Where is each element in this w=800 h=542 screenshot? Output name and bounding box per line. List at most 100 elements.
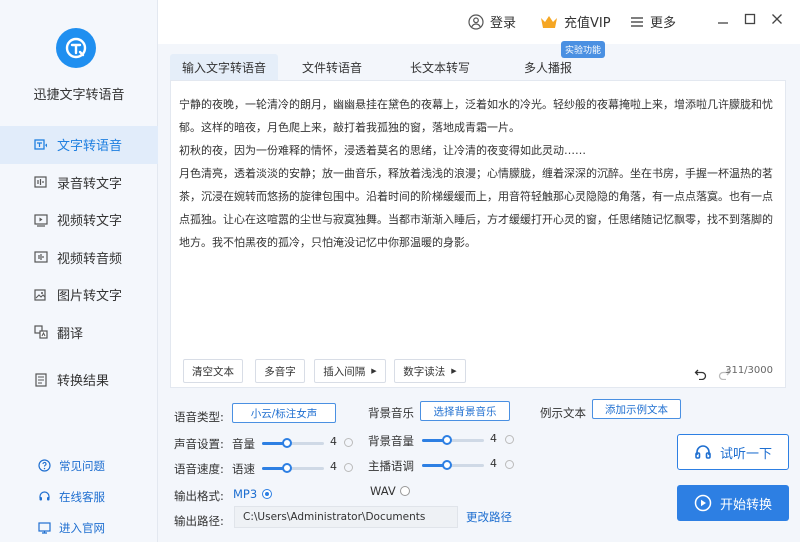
output-path-field[interactable]: C:\Users\Administrator\Documents [234, 506, 458, 528]
speed-sub-label: 语速 [232, 462, 255, 476]
digit-read-button[interactable]: 数字读法 ▶ [394, 359, 466, 383]
sidebar-item-label: 翻译 [57, 326, 84, 342]
sidebar-item-video-to-audio[interactable]: 视频转音频 [0, 239, 158, 277]
function-tabs: 输入文字转语音 文件转语音 长文本转写 多人播报 [170, 54, 602, 80]
clear-text-button[interactable]: 清空文本 [183, 359, 243, 383]
insert-pause-label: 插入间隔 [323, 365, 366, 378]
sidebar-item-recording-to-text[interactable]: 录音转文字 [0, 164, 158, 202]
headset-icon [38, 490, 51, 503]
sidebar-item-image-to-text[interactable]: 图片转文字 [0, 276, 158, 314]
website-link[interactable]: 进入官网 [0, 512, 158, 542]
sidebar-links: 常见问题 在线客服 进入官网 [0, 450, 158, 542]
app-name: 迅捷文字转语音 [33, 88, 125, 103]
undo-icon[interactable] [694, 365, 707, 384]
start-convert-button[interactable]: 开始转换 [677, 485, 789, 521]
app-logo-icon [56, 28, 96, 68]
image-text-icon [34, 288, 48, 302]
change-path-link[interactable]: 更改路径 [466, 509, 512, 525]
sidebar-item-label: 视频转音频 [57, 251, 123, 267]
sidebar-item-label: 文字转语音 [57, 139, 123, 155]
bg-volume-label: 背景音量 [368, 434, 414, 448]
maximize-icon[interactable] [743, 12, 757, 26]
reset-icon[interactable] [344, 438, 353, 447]
login-label: 登录 [490, 16, 517, 31]
bg-volume-value: 4 [490, 432, 497, 445]
sidebar-item-label: 图片转文字 [57, 289, 123, 305]
online-support-link[interactable]: 在线客服 [0, 481, 158, 512]
bg-volume-slider[interactable] [422, 435, 484, 445]
bgm-label: 背景音乐 [368, 406, 414, 420]
translate-icon [34, 325, 48, 339]
vip-button[interactable]: 充值VIP [540, 12, 611, 31]
pitch-slider[interactable] [422, 460, 484, 470]
format-mp3-radio[interactable] [262, 489, 272, 499]
online-support-label: 在线客服 [59, 489, 105, 504]
speed-label: 语音速度: [174, 462, 224, 476]
triangle-right-icon: ▶ [371, 367, 377, 375]
faq-label: 常见问题 [59, 458, 105, 473]
question-icon [38, 459, 51, 472]
triangle-right-icon: ▶ [451, 367, 457, 375]
reset-icon[interactable] [344, 463, 353, 472]
reset-icon[interactable] [505, 460, 514, 469]
sidebar-nav: 文字转语音 录音转文字 视频转文字 视频转音频 图片转文字 翻译 转换结果 [0, 126, 158, 399]
add-example-button[interactable]: 添加示例文本 [592, 399, 681, 419]
slider-handle[interactable] [441, 460, 452, 470]
tab-text-to-speech[interactable]: 输入文字转语音 [170, 54, 278, 80]
close-icon[interactable] [770, 12, 784, 26]
website-label: 进入官网 [59, 520, 105, 535]
menu-icon [631, 16, 643, 27]
editor-text[interactable]: 宁静的夜晚，一轮清冷的朗月，幽幽悬挂在黛色的夜幕上，泛着如水的冷光。轻纱般的夜幕… [179, 93, 779, 254]
app-window: 迅捷文字转语音 文字转语音 录音转文字 视频转文字 视频转音频 图片转文字 翻译… [0, 0, 800, 542]
sidebar-item-label: 录音转文字 [57, 176, 123, 192]
sidebar-item-label: 转换结果 [57, 374, 110, 390]
example-text-label: 例示文本 [540, 406, 586, 420]
voice-type-label: 语音类型: [174, 410, 224, 424]
voice-type-button[interactable]: 小云/标注女声 [232, 403, 336, 423]
preview-label: 试听一下 [719, 446, 772, 462]
text-editor[interactable]: 宁静的夜晚，一轮清冷的朗月，幽幽悬挂在黛色的夜幕上，泛着如水的冷光。轻纱般的夜幕… [170, 80, 786, 388]
tab-long-text[interactable]: 长文本转写 [386, 54, 494, 80]
tab-multi-speaker[interactable]: 多人播报 [494, 54, 602, 80]
faq-link[interactable]: 常见问题 [0, 450, 158, 481]
speed-value: 4 [330, 460, 337, 473]
sidebar: 迅捷文字转语音 文字转语音 录音转文字 视频转文字 视频转音频 图片转文字 翻译… [0, 0, 158, 542]
format-label: 输出格式: [174, 489, 224, 503]
login-button[interactable]: 登录 [468, 12, 516, 31]
sound-settings-label: 声音设置: [174, 437, 224, 451]
play-circle-icon [694, 494, 712, 512]
format-wav-label: WAV [370, 484, 396, 498]
pitch-label: 主播语调 [368, 459, 414, 473]
volume-slider[interactable] [262, 438, 324, 448]
user-icon [468, 13, 484, 30]
slider-handle[interactable] [281, 438, 292, 448]
sidebar-item-translate[interactable]: 翻译 [0, 314, 158, 352]
sidebar-item-results[interactable]: 转换结果 [0, 361, 158, 399]
crown-icon [541, 15, 557, 28]
minimize-icon[interactable] [716, 12, 730, 26]
digit-read-label: 数字读法 [403, 365, 446, 378]
polyphone-button[interactable]: 多音字 [255, 359, 305, 383]
video-audio-icon [34, 250, 48, 264]
format-wav-radio[interactable] [400, 486, 410, 496]
sidebar-item-text-to-speech[interactable]: 文字转语音 [0, 126, 158, 164]
start-convert-label: 开始转换 [719, 497, 772, 513]
insert-pause-button[interactable]: 插入间隔 ▶ [314, 359, 386, 383]
preview-button[interactable]: 试听一下 [677, 434, 789, 470]
headphones-icon [695, 445, 711, 459]
text-to-speech-icon [34, 138, 48, 152]
slider-handle[interactable] [281, 463, 292, 473]
reset-icon[interactable] [505, 435, 514, 444]
tab-file-to-speech[interactable]: 文件转语音 [278, 54, 386, 80]
results-icon [34, 373, 48, 387]
sidebar-item-label: 视频转文字 [57, 214, 123, 230]
speed-slider[interactable] [262, 463, 324, 473]
slider-handle[interactable] [441, 435, 452, 445]
recording-icon [34, 175, 48, 189]
more-button[interactable]: 更多 [630, 12, 676, 31]
select-bgm-button[interactable]: 选择背景音乐 [420, 401, 510, 421]
sidebar-item-video-to-text[interactable]: 视频转文字 [0, 201, 158, 239]
video-text-icon [34, 213, 48, 227]
more-label: 更多 [650, 16, 677, 31]
pitch-value: 4 [490, 457, 497, 470]
